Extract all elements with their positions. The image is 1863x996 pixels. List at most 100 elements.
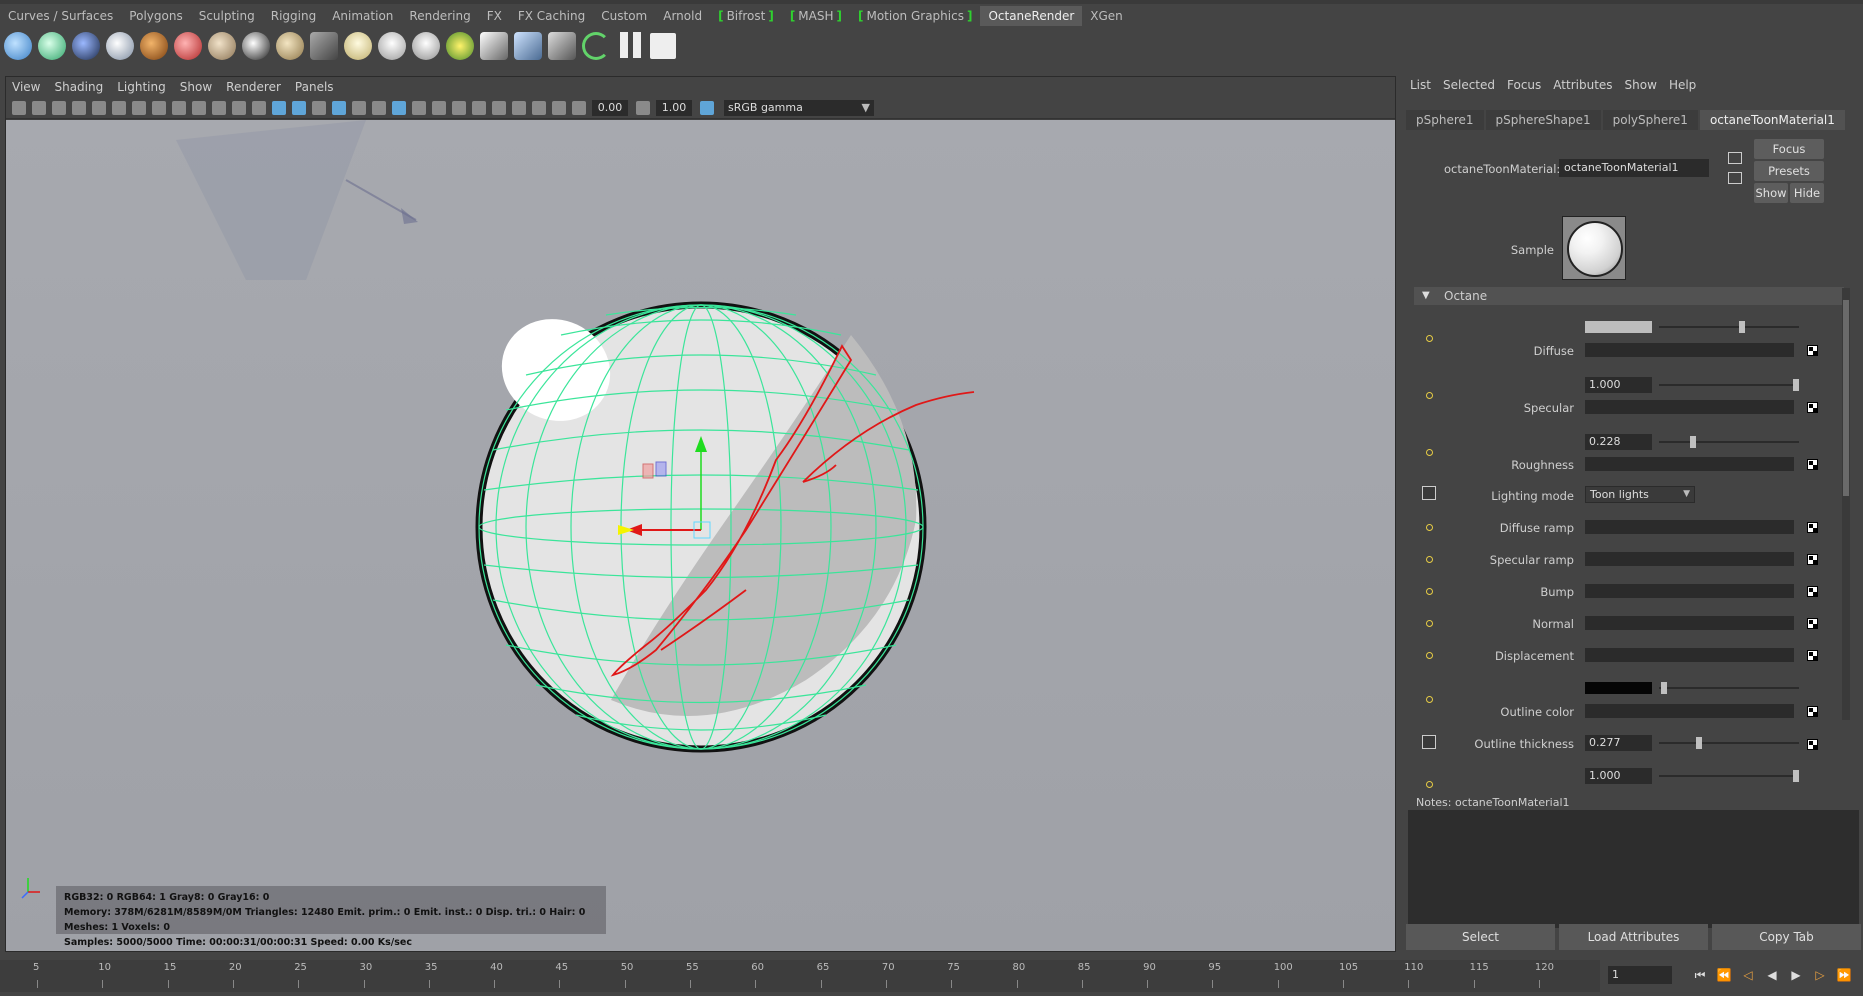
stop-icon[interactable] — [650, 33, 676, 59]
octane-export-icon[interactable] — [310, 32, 338, 60]
diffuse-color-swatch[interactable] — [1585, 321, 1652, 333]
octane-medium-icon[interactable] — [242, 32, 270, 60]
outline-thickness-map-button[interactable] — [1807, 739, 1818, 750]
play-forwards-icon[interactable]: ▶ — [1786, 966, 1806, 984]
tab-polygons[interactable]: Polygons — [121, 6, 190, 26]
octane-emission-icon[interactable] — [208, 32, 236, 60]
outline-thickness-connection-icon[interactable] — [1422, 735, 1436, 749]
isolate-select-icon[interactable] — [512, 100, 526, 115]
bump-keyable-dot[interactable] — [1426, 588, 1433, 595]
outline-thickness-slider-track[interactable] — [1659, 742, 1799, 744]
current-frame-field[interactable]: 1 — [1608, 966, 1672, 984]
step-forward-icon[interactable]: ⏩ — [1834, 966, 1854, 984]
tab-rigging[interactable]: Rigging — [263, 6, 324, 26]
tab-custom[interactable]: Custom — [593, 6, 655, 26]
diffuse-ramp-slot[interactable] — [1585, 520, 1794, 534]
tab-bifrost[interactable]: Bifrost — [710, 6, 782, 26]
menu-show[interactable]: Show — [180, 80, 212, 94]
normal-slot[interactable] — [1585, 616, 1794, 630]
material-sample-swatch[interactable] — [1562, 216, 1626, 280]
gamma-icon[interactable] — [636, 100, 650, 115]
tab-rendering[interactable]: Rendering — [401, 6, 478, 26]
image-plane-icon[interactable] — [72, 100, 86, 115]
tab-psphereshape1[interactable]: pSphereShape1 — [1485, 110, 1601, 130]
specular-ramp-map-button[interactable] — [1807, 554, 1818, 565]
tab-fx[interactable]: FX — [479, 6, 510, 26]
ae-scrollbar[interactable] — [1842, 288, 1850, 720]
gate-mask-icon[interactable] — [192, 100, 206, 115]
octane-section-header[interactable]: ▼ Octane — [1414, 287, 1844, 305]
safe-action-icon[interactable] — [232, 100, 246, 115]
displacement-keyable-dot[interactable] — [1426, 652, 1433, 659]
exposure-field[interactable]: 0.00 — [592, 99, 628, 116]
go-to-start-icon[interactable]: ⏮ — [1690, 966, 1710, 984]
resolution-gate-icon[interactable] — [172, 100, 186, 115]
ae-scrollbar-thumb[interactable] — [1843, 300, 1849, 496]
octane-light-icon[interactable] — [344, 32, 372, 60]
specular-texture-slot[interactable] — [1585, 400, 1794, 414]
select-icon[interactable] — [492, 100, 506, 115]
specular-ramp-slot[interactable] — [1585, 552, 1794, 566]
ambient-occlusion-icon[interactable] — [412, 100, 426, 115]
specular-map-button[interactable] — [1807, 402, 1818, 413]
plane-handle-xy[interactable] — [642, 463, 654, 479]
tab-mash[interactable]: MASH — [782, 6, 850, 26]
roughness-slider-handle[interactable] — [1689, 436, 1696, 448]
outline-color-map-button[interactable] — [1807, 706, 1818, 717]
use-default-material-icon[interactable] — [312, 100, 326, 115]
next-attr-slider-track[interactable] — [1659, 775, 1799, 777]
2d-pan-zoom-icon[interactable] — [112, 100, 126, 115]
next-attr-keyable-dot[interactable] — [1426, 781, 1433, 788]
color-space-dropdown[interactable]: sRGB gamma ▼ — [724, 99, 874, 116]
focus-button[interactable]: Focus — [1754, 139, 1824, 159]
diffuse-ramp-keyable-dot[interactable] — [1426, 524, 1433, 531]
specular-keyable-dot[interactable] — [1426, 392, 1433, 399]
menu-renderer[interactable]: Renderer — [226, 80, 281, 94]
octane-ipr-icon[interactable] — [38, 32, 66, 60]
roughness-keyable-dot[interactable] — [1426, 449, 1433, 456]
tab-octanerender[interactable]: OctaneRender — [980, 6, 1083, 26]
roughness-map-button[interactable] — [1807, 459, 1818, 470]
menu-view[interactable]: View — [12, 80, 40, 94]
shadows-icon[interactable] — [392, 100, 406, 115]
lighting-mode-connection-icon[interactable] — [1422, 486, 1436, 500]
xray-icon[interactable] — [532, 100, 546, 115]
tab-curves-surfaces[interactable]: Curves / Surfaces — [0, 6, 121, 26]
outline-thickness-slider-handle[interactable] — [1696, 737, 1703, 749]
tab-sculpting[interactable]: Sculpting — [191, 6, 263, 26]
wireframe-on-shaded-icon[interactable] — [332, 100, 346, 115]
smooth-shade-icon[interactable] — [292, 100, 306, 115]
viewport-canvas[interactable]: RGB32: 0 RGB64: 1 Gray8: 0 Gray16: 0 Mem… — [6, 120, 1395, 951]
ae-menu-selected[interactable]: Selected — [1443, 78, 1495, 92]
outline-color-slider-track[interactable] — [1659, 687, 1799, 689]
outline-color-swatch[interactable] — [1585, 682, 1652, 694]
diffuse-slider-track[interactable] — [1659, 326, 1799, 328]
lighting-mode-dropdown[interactable]: Toon lights ▼ — [1585, 486, 1695, 503]
wireframe-icon[interactable] — [272, 100, 286, 115]
octane-vdb-icon[interactable] — [276, 32, 304, 60]
step-forward-key-icon[interactable]: ▷ — [1810, 966, 1830, 984]
field-chart-icon[interactable] — [212, 100, 226, 115]
step-back-icon[interactable]: ⏪ — [1714, 966, 1734, 984]
diffuse-texture-slot[interactable] — [1585, 343, 1794, 357]
go-to-end-icon[interactable]: ⏭ — [1858, 966, 1863, 984]
next-attr-value-field[interactable]: 1.000 — [1585, 768, 1652, 784]
time-slider[interactable]: 5 10 15 20 25 30 35 40 45 50 55 60 65 70 75 80 85 90 95 100… — [0, 960, 1600, 992]
load-attributes-button[interactable]: Load Attributes — [1559, 924, 1708, 950]
menu-panels[interactable]: Panels — [295, 80, 334, 94]
hide-button[interactable]: Hide — [1790, 183, 1824, 203]
tab-animation[interactable]: Animation — [324, 6, 401, 26]
ae-menu-focus[interactable]: Focus — [1507, 78, 1541, 92]
menu-lighting[interactable]: Lighting — [117, 80, 166, 94]
grid-icon[interactable] — [132, 100, 146, 115]
specular-slider-track[interactable] — [1659, 384, 1799, 386]
octane-pin-icon[interactable] — [548, 32, 576, 60]
exposure-icon[interactable] — [572, 100, 586, 115]
octane-light-alt-icon[interactable] — [378, 32, 406, 60]
textured-icon[interactable] — [352, 100, 366, 115]
octane-texture-icon[interactable] — [174, 32, 202, 60]
color-management-icon[interactable] — [700, 100, 714, 115]
specular-value-field[interactable]: 1.000 — [1585, 377, 1652, 393]
outline-color-keyable-dot[interactable] — [1426, 696, 1433, 703]
diffuse-ramp-map-button[interactable] — [1807, 522, 1818, 533]
